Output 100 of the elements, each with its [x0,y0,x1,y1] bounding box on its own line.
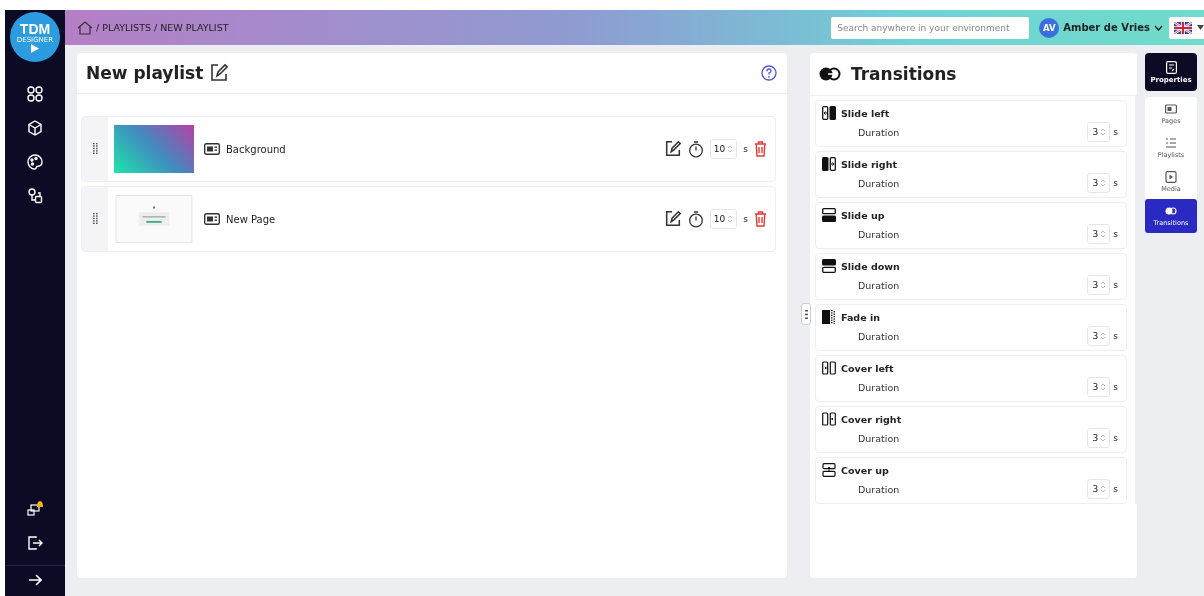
transition-name: Cover up [841,464,889,476]
trash-icon[interactable] [754,211,767,227]
duration-field[interactable]: 3 [1086,122,1111,142]
duration-label: Duration [858,483,900,495]
duration-field[interactable]: 3 [1086,224,1111,244]
transition-name: Cover left [841,362,894,374]
spinner-icon [1100,331,1107,341]
cover-icon [822,361,836,375]
trash-icon[interactable] [754,141,767,157]
unit-label: s [1113,229,1118,239]
edit-icon[interactable] [663,140,682,158]
devices-bell-icon[interactable] [26,499,44,517]
spinner-icon [1100,484,1107,494]
transition-name: Slide down [841,260,900,272]
logout-icon[interactable] [27,535,43,551]
duration-field[interactable]: 3 [1086,479,1111,499]
shapes-icon[interactable] [27,188,43,204]
edit-icon[interactable] [209,63,230,83]
avatar: AV [1039,17,1060,38]
slide-icon [822,259,836,273]
item-name: New Page [226,213,276,225]
play-icon [31,43,39,53]
item-name: Background [226,143,286,155]
slide-icon [822,208,836,222]
panel-title: Transitions [851,64,957,84]
grid-icon[interactable] [27,86,43,102]
transition-card[interactable]: Slide down Duration 3 s [815,253,1127,300]
transition-name: Slide left [841,107,890,119]
spinner-icon [727,214,734,224]
slide-icon [822,106,836,120]
page-icon [204,143,220,155]
duration-field[interactable]: 10 [709,209,738,229]
drag-handle-icon[interactable] [92,213,98,225]
breadcrumb[interactable]: / PLAYLISTS / NEW PLAYLIST [96,22,229,33]
transition-card[interactable]: Slide right Duration 3 s [815,151,1127,198]
transition-name: Cover right [841,413,902,425]
duration-field[interactable]: 3 [1086,326,1111,346]
duration-label: Duration [858,126,900,138]
duration-label: Duration [858,330,900,342]
transition-icon [1165,205,1177,217]
unit-label: s [1113,433,1118,443]
transition-name: Slide right [841,158,897,170]
duration-field[interactable]: 3 [1086,275,1111,295]
duration-field[interactable]: 10 [709,139,738,159]
language-selector[interactable] [1169,16,1204,39]
playlist-item[interactable]: New Page 10 s [81,186,776,252]
unit-label: s [1113,178,1118,188]
unit-label: s [1113,382,1118,392]
help-icon[interactable] [761,65,777,81]
playlist-title: New playlist [86,63,204,83]
transition-name: Slide up [841,209,885,221]
caret-icon [1197,25,1204,30]
cover-icon [822,463,836,477]
duration-label: Duration [858,432,900,444]
logo-title: TDM [19,21,51,36]
transition-card[interactable]: Fade in Duration 3 s [815,304,1127,351]
unit-label: s [743,144,748,154]
fade-icon [822,310,836,324]
duration-label: Duration [858,279,900,291]
transition-card[interactable]: Cover right Duration 3 s [815,406,1127,453]
home-icon[interactable] [77,20,93,35]
cube-icon[interactable] [27,120,43,136]
duration-label: Duration [858,177,900,189]
unit-label: s [1113,127,1118,137]
spinner-icon [1100,178,1107,188]
spinner-icon [1100,280,1107,290]
duration-field[interactable]: 3 [1086,428,1111,448]
expand-arrow-icon[interactable] [28,574,42,586]
page-icon [204,213,220,225]
duration-field[interactable]: 3 [1086,377,1111,397]
transition-card[interactable]: Cover left Duration 3 s [815,355,1127,402]
unit-label: s [1113,484,1118,494]
palette-icon[interactable] [27,154,43,170]
spinner-icon [1100,229,1107,239]
transition-icon [819,67,841,81]
collapse-handle[interactable] [801,303,811,325]
transition-card[interactable]: Slide up Duration 3 s [815,202,1127,249]
flag-icon [1174,21,1192,34]
duration-label: Duration [858,381,900,393]
search-field[interactable]: Search anywhere in your environment [831,16,1030,39]
document-icon [1165,60,1177,74]
duration-field[interactable]: 3 [1086,173,1111,193]
drag-handle-icon[interactable] [92,143,98,155]
playlist-item[interactable]: Background 10 s [81,116,776,182]
spinner-icon [1100,127,1107,137]
unit-label: s [1113,280,1118,290]
spinner-icon [1100,433,1107,443]
timer-icon[interactable] [687,140,704,158]
list-icon [1165,137,1177,149]
dots-icon [804,309,808,319]
slide-icon [822,157,836,171]
spinner-icon [727,144,734,154]
play-file-icon [1165,171,1177,183]
cover-icon [822,412,836,426]
edit-icon[interactable] [663,210,682,228]
timer-icon[interactable] [687,210,704,228]
transition-card[interactable]: Cover up Duration 3 s [815,457,1127,504]
transition-card[interactable]: Slide left Duration 3 s [815,100,1127,147]
spinner-icon [1100,382,1107,392]
user-menu[interactable]: AV Amber de Vries [1039,17,1163,38]
